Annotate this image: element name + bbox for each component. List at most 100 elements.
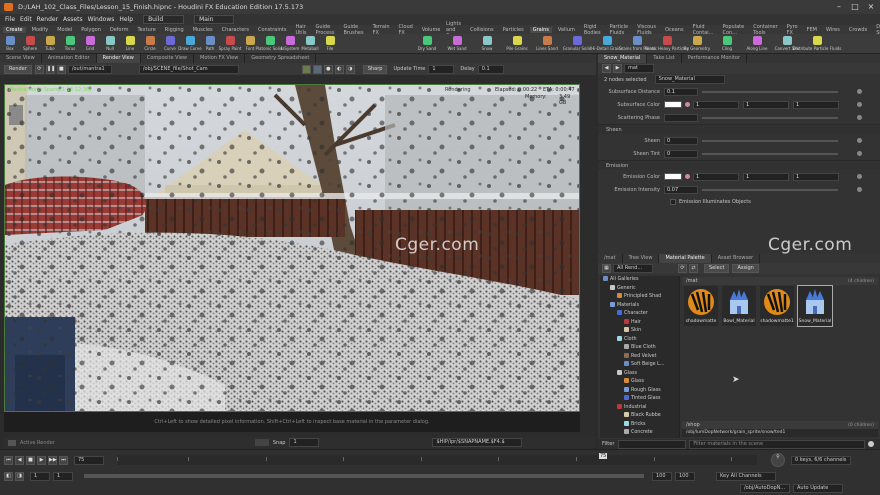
gallery-tree-item[interactable]: Skin xyxy=(600,327,679,336)
renderer-filter-dropdown[interactable]: All Rend... xyxy=(613,264,653,273)
update-time-field[interactable]: 1 xyxy=(428,64,455,74)
material-tab[interactable]: Asset Browser xyxy=(712,254,761,263)
timeline-ruler[interactable]: 75 xyxy=(117,453,757,465)
color-component-field[interactable]: 1 xyxy=(743,172,789,181)
shelf-tab[interactable]: Vellum xyxy=(555,27,578,33)
shelf-tool[interactable]: Snow xyxy=(472,34,502,54)
color-picker-icon[interactable] xyxy=(685,102,690,107)
play-forward-icon[interactable]: ▶ xyxy=(37,455,46,465)
end-frame-field[interactable]: 100 xyxy=(652,471,672,481)
prev-key-icon[interactable]: ◀ xyxy=(15,455,24,465)
parameter-key-icon[interactable] xyxy=(857,138,862,143)
emission-section[interactable]: Emission xyxy=(598,160,880,170)
emission-illuminates-checkbox[interactable] xyxy=(670,198,676,205)
shelf-tool[interactable]: L-System xyxy=(280,34,300,54)
shelf-tab[interactable]: FEM xyxy=(804,27,820,33)
parameter-tab[interactable]: Take List xyxy=(647,54,682,63)
minimize-icon[interactable]: – xyxy=(834,2,844,12)
assign-button[interactable]: Assign xyxy=(732,264,759,273)
shelf-tool[interactable]: Grains from Points xyxy=(619,34,655,54)
material-tab[interactable]: Material Palette xyxy=(659,254,712,263)
gallery-tree-item[interactable]: Hair xyxy=(600,318,679,328)
stop-icon[interactable]: ■ xyxy=(56,64,66,74)
shelf-tool[interactable]: Along Line xyxy=(742,34,772,54)
last-frame-icon[interactable]: ⏭ xyxy=(59,455,68,465)
viewer-tab[interactable]: Scene View xyxy=(0,54,42,63)
obj-path-field[interactable]: /obj/AutoDopN... xyxy=(740,483,790,493)
next-key-icon[interactable]: ▶▶ xyxy=(48,455,57,465)
gallery-tree-item[interactable]: Rough Glass xyxy=(600,386,679,396)
shelf-tool[interactable]: Curve xyxy=(160,34,180,54)
shelf-tool[interactable]: Dry Sand xyxy=(412,34,442,54)
forward-icon[interactable]: ▶ xyxy=(613,64,622,73)
gallery-tree-item[interactable]: Principled Shad xyxy=(600,293,679,302)
parameter-key-icon[interactable] xyxy=(857,115,862,120)
parameter-value-field[interactable]: 0 xyxy=(664,149,698,158)
color-correction-icon[interactable] xyxy=(301,64,311,74)
back-icon[interactable]: ◀ xyxy=(602,64,611,73)
parameter-key-icon[interactable] xyxy=(857,187,862,192)
shelf-tab[interactable]: Muscles xyxy=(190,27,216,33)
shelf-tool[interactable]: Null xyxy=(100,34,120,54)
shelf-tool[interactable]: Platonic Solids xyxy=(256,34,284,54)
parameter-key-icon[interactable] xyxy=(857,102,862,107)
gallery-tree-item[interactable]: Industrial xyxy=(600,403,679,413)
snapshot-icon[interactable]: ◐ xyxy=(334,64,344,74)
parameter-value-field[interactable]: 0.07 xyxy=(664,185,698,194)
shelf-tool[interactable]: Convert Sim xyxy=(772,34,802,54)
shelf-tab[interactable]: Particles xyxy=(500,27,527,33)
shelf-tool[interactable]: Tube xyxy=(40,34,60,54)
range-icon[interactable]: ◨ xyxy=(15,471,24,481)
gallery-tree-item[interactable]: Tinted Glass xyxy=(600,395,679,404)
color-component-field[interactable]: 1 xyxy=(693,172,739,181)
render-driver-field[interactable]: /out/mantra1 xyxy=(67,64,112,74)
parameter-slider[interactable] xyxy=(702,139,838,142)
shelf-tool[interactable]: Lines Sand xyxy=(532,34,562,54)
delay-field[interactable]: 0.1 xyxy=(477,64,504,74)
parameter-slider[interactable] xyxy=(702,188,838,191)
material-swatch[interactable]: shadowmatte1 xyxy=(760,286,794,326)
play-icon[interactable]: ⟳ xyxy=(34,64,44,74)
parameter-path[interactable]: mat xyxy=(624,64,654,73)
material-swatch[interactable]: Bowl_Material xyxy=(722,286,756,326)
parameter-value-field[interactable]: 0.1 xyxy=(664,87,698,96)
refresh-icon[interactable]: ⟳ xyxy=(678,264,687,273)
gallery-tree-item[interactable]: Soft Beige L... xyxy=(600,361,679,370)
gallery-tree-item[interactable]: Glass xyxy=(600,369,679,379)
shelf-tab[interactable]: Crowds xyxy=(846,27,870,33)
shelf-tab[interactable]: Polygon xyxy=(78,27,104,33)
maximize-icon[interactable]: □ xyxy=(850,2,860,12)
shelf-tool[interactable]: Spray Paint xyxy=(219,34,241,54)
gallery-tree-item[interactable]: Bricks xyxy=(600,420,679,430)
snap-field[interactable]: 1 xyxy=(289,438,320,447)
gallery-tree-item[interactable]: Character xyxy=(600,310,679,319)
shelf-tool[interactable]: Box xyxy=(0,34,20,54)
sheen-section[interactable]: Sheen xyxy=(598,124,880,134)
stop-playback-icon[interactable]: ■ xyxy=(26,455,35,465)
material-swatch[interactable]: Snow_Material xyxy=(797,285,833,327)
shelf-tool[interactable]: File xyxy=(320,34,340,54)
menu-render[interactable]: Render xyxy=(37,16,58,23)
shelf-tool[interactable]: Torus xyxy=(60,34,80,54)
shelf-tool[interactable]: Break Heavy Particles xyxy=(645,34,689,54)
end-frame2-field[interactable]: 100 xyxy=(675,471,695,481)
flip-icon[interactable]: ⇄ xyxy=(689,264,698,273)
shelf-tab[interactable]: Create xyxy=(3,26,26,33)
region-icon[interactable] xyxy=(312,64,322,74)
gallery-tree-item[interactable]: Materials xyxy=(600,301,679,311)
shelf-tool[interactable]: Cling xyxy=(712,34,742,54)
menu-help[interactable]: Help xyxy=(119,16,133,23)
shelf-tab[interactable]: Modify xyxy=(29,27,52,33)
select-button[interactable]: Select xyxy=(704,264,730,273)
color-swatch[interactable] xyxy=(664,101,682,108)
shelf-tool[interactable]: Metaball xyxy=(300,34,320,54)
shelf-tool[interactable]: Path xyxy=(200,34,220,54)
shelf-tab[interactable]: Collisions xyxy=(467,27,497,33)
parameter-value-field[interactable]: 0 xyxy=(664,136,698,145)
camera-path-field[interactable]: /obj/SCENE_file/Shot_Cam xyxy=(138,64,239,74)
key-icon[interactable]: ⚲ xyxy=(771,453,785,467)
shelf-tool[interactable]: Pile Grains xyxy=(502,34,532,54)
key-all-dropdown[interactable]: Key All Channels xyxy=(716,471,776,481)
shelf-tab[interactable]: Constraints xyxy=(255,27,290,33)
shelf-tab[interactable]: Grains xyxy=(529,26,552,33)
